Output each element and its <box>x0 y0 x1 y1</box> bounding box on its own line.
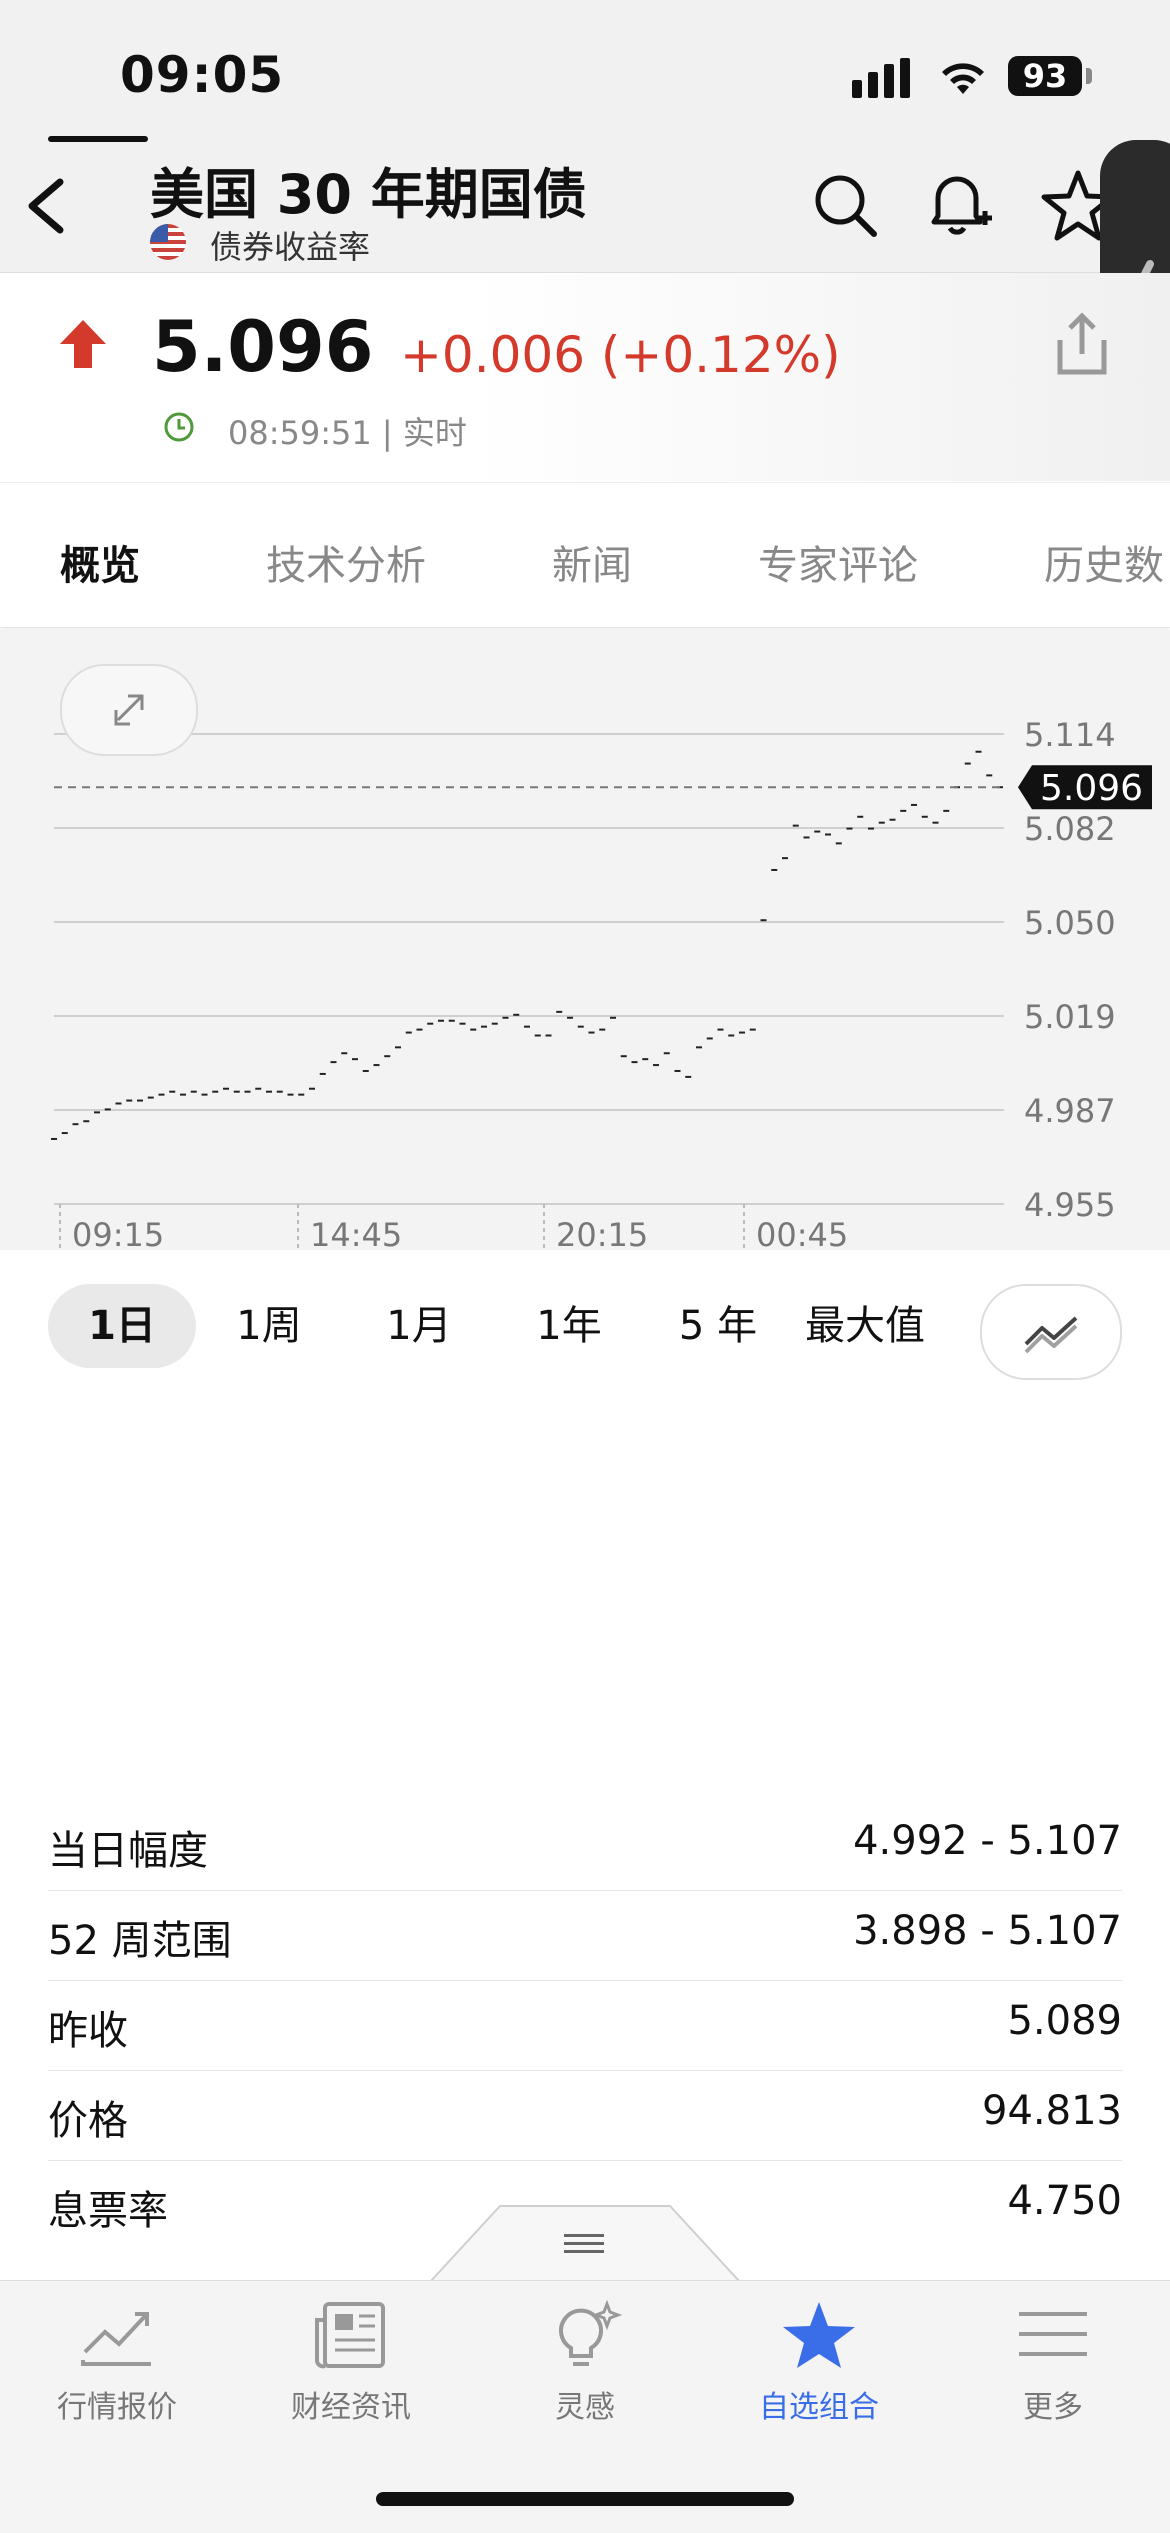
y-tick-label: 5.114 <box>1024 716 1116 754</box>
newspaper-icon <box>315 2302 385 2369</box>
arrow-up-icon <box>60 320 106 368</box>
stat-value: 4.750 <box>1007 2178 1122 2224</box>
battery-tip <box>1086 68 1092 84</box>
nav-quotes[interactable]: 行情报价 <box>0 2300 234 2426</box>
nav-label: 更多 <box>1023 2390 1083 2425</box>
status-time: 09:05 <box>120 46 285 104</box>
x-tick-label: 09:15 <box>72 1216 164 1250</box>
y-tick-label: 5.019 <box>1024 998 1116 1036</box>
current-price-marker: 5.096 <box>54 765 1152 810</box>
nav-more[interactable]: 更多 <box>936 2300 1170 2426</box>
nav-label: 自选组合 <box>759 2390 879 2425</box>
x-axis-labels: 09:15 14:45 20:15 00:45 <box>59 1204 848 1250</box>
expand-chart-button[interactable] <box>60 664 198 756</box>
nav-inspiration[interactable]: 灵感 <box>468 2299 702 2426</box>
y-tick-label: 4.987 <box>1024 1092 1116 1130</box>
back-icon[interactable] <box>20 170 80 242</box>
stat-label: 52 周范围 <box>48 1918 232 1964</box>
lightbulb-icon <box>559 2299 623 2366</box>
period-1d[interactable]: 1日 <box>48 1284 196 1368</box>
stat-row: 价格 94.813 <box>48 2070 1122 2161</box>
period-1m[interactable]: 1月 <box>360 1284 478 1368</box>
current-price-label: 5.096 <box>1040 768 1143 809</box>
stat-value: 5.089 <box>1007 1998 1122 2044</box>
search-icon[interactable] <box>812 172 878 238</box>
tab-overview[interactable]: 概览 <box>60 533 140 591</box>
period-max[interactable]: 最大值 <box>790 1284 940 1368</box>
stat-label: 昨收 <box>48 2008 128 2054</box>
nav-label: 灵感 <box>555 2390 615 2425</box>
y-tick-label: 4.955 <box>1024 1186 1116 1224</box>
tab-indicator <box>48 136 148 142</box>
chart-type-button[interactable] <box>980 1284 1122 1380</box>
stat-label: 当日幅度 <box>48 1828 208 1874</box>
y-tick-label: 5.050 <box>1024 904 1116 942</box>
chart-line-icon <box>81 2312 151 2366</box>
chart-grid <box>54 733 1004 1205</box>
stat-value: 4.992 - 5.107 <box>853 1818 1122 1864</box>
nav-news[interactable]: 财经资讯 <box>234 2300 468 2426</box>
tab-expert[interactable]: 专家评论 <box>758 533 918 591</box>
price-change: +0.006 (+0.12%) <box>400 326 841 384</box>
page-title: 美国 30 年期国债 <box>150 163 587 226</box>
tab-technical[interactable]: 技术分析 <box>266 533 426 591</box>
stat-label: 息票率 <box>48 2188 168 2234</box>
add-alert-icon[interactable] <box>924 168 994 242</box>
tab-history[interactable]: 历史数 <box>1044 533 1164 591</box>
y-tick-label: 5.082 <box>1024 810 1116 848</box>
stat-value: 3.898 - 5.107 <box>853 1908 1122 1954</box>
tab-news[interactable]: 新闻 <box>552 533 632 591</box>
section-tabs: 概览 技术分析 新闻 专家评论 历史数 <box>0 482 1170 628</box>
expand-icon <box>114 694 144 726</box>
instrument-type: 债券收益率 <box>210 228 371 266</box>
menu-icon <box>1019 2312 1087 2356</box>
x-tick-label: 00:45 <box>756 1216 848 1250</box>
star-icon <box>783 2302 855 2368</box>
wifi-icon <box>942 63 984 94</box>
nav-label: 行情报价 <box>57 2390 177 2425</box>
quote-timestamp: 08:59:51 | 实时 <box>228 414 467 452</box>
us-flag-icon <box>150 224 186 260</box>
x-tick-label: 14:45 <box>310 1216 402 1250</box>
nav-watchlist[interactable]: 自选组合 <box>702 2300 936 2426</box>
chart-series <box>51 750 1003 1140</box>
stat-row: 52 周范围 3.898 - 5.107 <box>48 1890 1122 1981</box>
stat-label: 价格 <box>48 2098 128 2144</box>
line-chart-icon <box>1024 1316 1078 1354</box>
last-price: 5.096 <box>152 306 374 388</box>
x-tick-label: 20:15 <box>556 1216 648 1250</box>
period-1w[interactable]: 1周 <box>210 1284 328 1368</box>
nav-label: 财经资讯 <box>291 2390 411 2425</box>
cellular-signal-icon <box>852 58 916 98</box>
share-icon[interactable] <box>1054 310 1110 376</box>
period-5y[interactable]: 5 年 <box>656 1284 780 1368</box>
drawer-handle[interactable] <box>430 2204 740 2284</box>
battery-icon: 93 <box>1008 56 1082 96</box>
stat-value: 94.813 <box>982 2088 1122 2134</box>
home-indicator <box>376 2492 794 2506</box>
clock-icon <box>164 412 194 442</box>
period-1y[interactable]: 1年 <box>510 1284 628 1368</box>
stat-row: 当日幅度 4.992 - 5.107 <box>48 1800 1122 1891</box>
stat-row: 昨收 5.089 <box>48 1980 1122 2071</box>
